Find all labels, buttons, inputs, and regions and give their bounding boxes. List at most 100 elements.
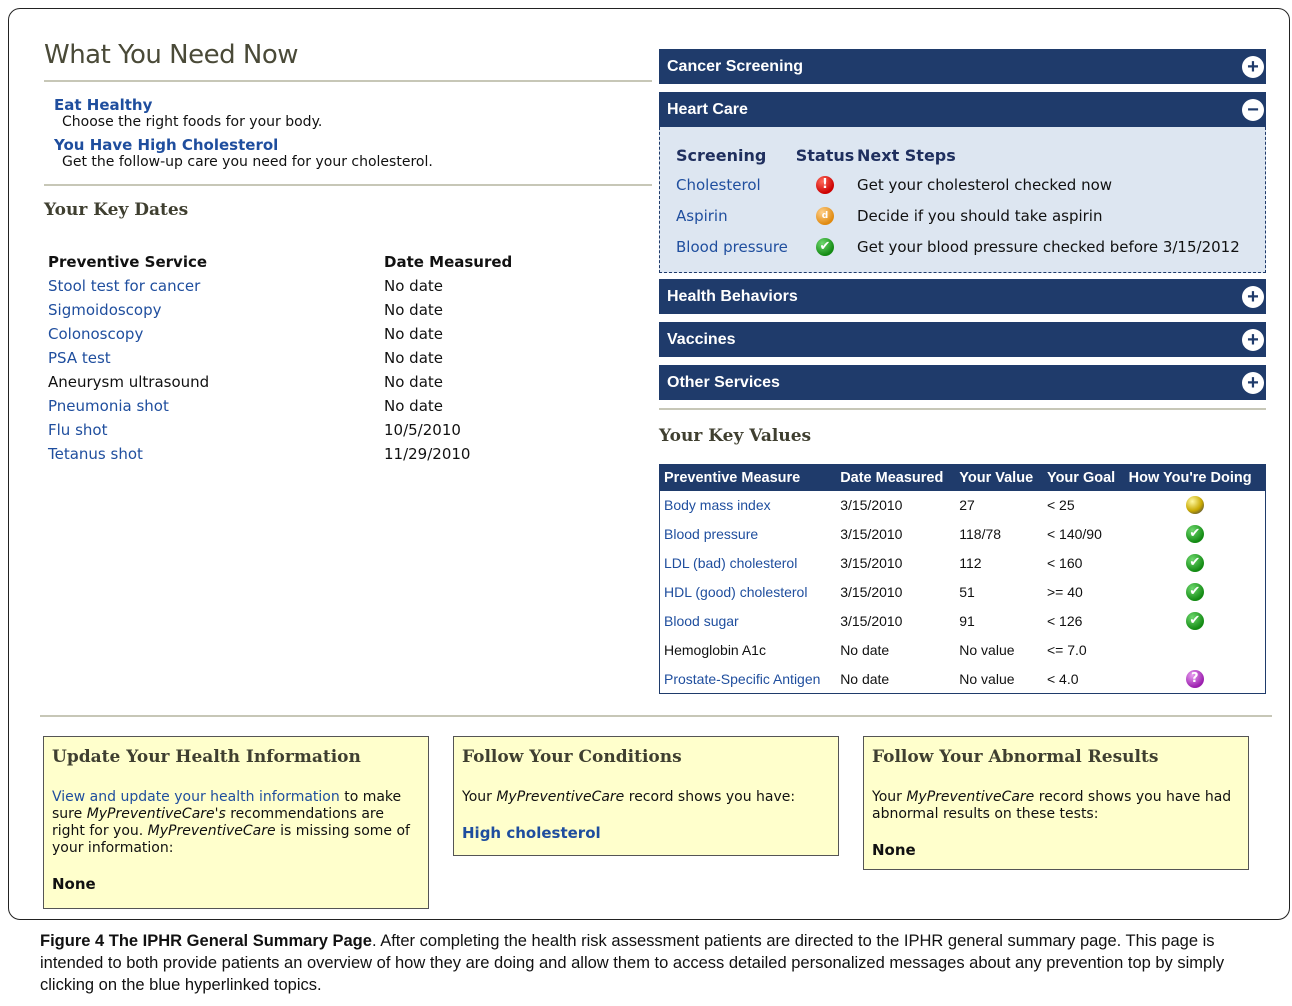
table-row: HDL (good) cholesterol 3/15/2010 51 >= 4… — [660, 578, 1266, 607]
missing-info-value: None — [52, 875, 96, 893]
blood-sugar-link[interactable]: Blood sugar — [664, 613, 739, 629]
warning-icon — [1185, 496, 1204, 515]
next-step-text: Get your cholesterol checked now — [857, 175, 1113, 194]
table-row: Aneurysm ultrasound No date — [48, 370, 512, 394]
date-cell: 3/15/2010 — [840, 555, 903, 571]
cholesterol-link[interactable]: Cholesterol — [676, 176, 761, 194]
table-row: Stool test for cancer No date — [48, 274, 512, 298]
accordion-label: Heart Care — [667, 100, 748, 118]
stool-test-link[interactable]: Stool test for cancer — [48, 277, 200, 295]
goal-cell: < 25 — [1046, 497, 1075, 513]
box-text-part: record shows you have: — [624, 789, 796, 805]
blood-pressure-link[interactable]: Blood pressure — [676, 238, 788, 256]
left-column: What You Need Now Eat Healthy Choose the… — [44, 40, 652, 466]
need-item-high-cholesterol: You Have High Cholesterol Get the follow… — [54, 136, 652, 171]
high-cholesterol-link[interactable]: You Have High Cholesterol — [54, 136, 652, 154]
need-item-desc: Get the follow-up care you need for your… — [62, 154, 433, 170]
accordion-health-behaviors[interactable]: Health Behaviors + — [659, 279, 1266, 314]
hdl-cholesterol-link[interactable]: HDL (good) cholesterol — [664, 584, 807, 600]
empty-status-cell — [1125, 636, 1266, 665]
box-title: Follow Your Conditions — [462, 747, 682, 767]
column-header-measure: Preventive Measure — [659, 464, 837, 491]
divider — [659, 408, 1266, 410]
expand-plus-icon[interactable]: + — [1242, 55, 1264, 78]
table-row: Body mass index 3/15/2010 27 < 25 — [660, 491, 1266, 520]
accordion-vaccines[interactable]: Vaccines + — [659, 322, 1266, 357]
question-icon: ? — [1185, 669, 1204, 688]
tetanus-shot-link[interactable]: Tetanus shot — [48, 445, 143, 463]
accordion-other-services[interactable]: Other Services + — [659, 365, 1266, 400]
aspirin-link[interactable]: Aspirin — [676, 207, 728, 225]
date-cell: No date — [840, 642, 890, 658]
key-values-title: Your Key Values — [659, 426, 812, 446]
collapse-minus-icon[interactable]: − — [1242, 98, 1264, 121]
decide-icon: d — [816, 206, 834, 225]
table-row: Prostate-Specific Antigen No date No val… — [660, 665, 1266, 694]
date-cell: 3/15/2010 — [840, 526, 903, 542]
table-header-row: Preventive Service Date Measured — [48, 250, 512, 274]
check-icon: ✔ — [1185, 612, 1204, 631]
psa-test-link[interactable]: PSA test — [48, 349, 111, 367]
column-header-next-steps: Next Steps — [857, 145, 956, 165]
next-step-text: Decide if you should take aspirin — [857, 206, 1103, 225]
divider — [40, 715, 1272, 717]
figure-caption: Figure 4 The IPHR General Summary Page. … — [40, 930, 1276, 996]
sigmoidoscopy-link[interactable]: Sigmoidoscopy — [48, 301, 162, 319]
divider — [44, 184, 652, 186]
expand-plus-icon[interactable]: + — [1242, 371, 1264, 394]
column-header-goal: Your Goal — [1042, 464, 1125, 491]
accordion-cancer-screening[interactable]: Cancer Screening + — [659, 49, 1266, 84]
flu-shot-link[interactable]: Flu shot — [48, 421, 107, 439]
view-update-health-info-link[interactable]: View and update your health information — [52, 789, 340, 805]
box-text: Your MyPreventiveCare record shows you h… — [872, 789, 1240, 823]
box-title: Follow Your Abnormal Results — [872, 747, 1159, 767]
date-cell: No date — [840, 670, 890, 687]
high-cholesterol-condition-link[interactable]: High cholesterol — [462, 824, 830, 842]
table-row: Blood pressure ✔ Get your blood pressure… — [676, 231, 1240, 262]
table-row: Blood pressure 3/15/2010 118/78 < 140/90… — [660, 520, 1266, 549]
brand-name: MyPreventiveCare's — [86, 806, 226, 822]
ldl-cholesterol-link[interactable]: LDL (bad) cholesterol — [664, 555, 797, 571]
date-cell: 10/5/2010 — [384, 421, 461, 439]
date-cell: No date — [384, 349, 443, 367]
accordion-label: Vaccines — [667, 330, 736, 348]
expand-plus-icon[interactable]: + — [1242, 285, 1264, 308]
column-header-doing: How You're Doing — [1124, 464, 1266, 491]
column-header-screening: Screening — [676, 145, 767, 165]
aneurysm-ultrasound-label: Aneurysm ultrasound — [48, 373, 210, 391]
value-cell: No value — [959, 642, 1015, 658]
box-title: Update Your Health Information — [52, 747, 361, 767]
goal-cell: <= 7.0 — [1046, 642, 1087, 658]
value-cell: 91 — [959, 613, 975, 629]
column-header-value: Your Value — [955, 464, 1043, 491]
box-text: View and update your health information … — [52, 789, 420, 857]
value-cell: No value — [959, 670, 1015, 687]
accordion-heart-care[interactable]: Heart Care − — [659, 92, 1266, 127]
brand-name: MyPreventiveCare — [496, 789, 625, 805]
table-row: Sigmoidoscopy No date — [48, 298, 512, 322]
abnormal-results-box: Follow Your Abnormal Results Your MyPrev… — [863, 736, 1249, 870]
accordion-label: Other Services — [667, 373, 780, 391]
value-cell: 112 — [959, 555, 982, 571]
date-cell: 3/15/2010 — [840, 497, 903, 513]
alert-icon: ! — [816, 175, 834, 194]
pneumonia-shot-link[interactable]: Pneumonia shot — [48, 397, 169, 415]
date-cell: 3/15/2010 — [840, 584, 903, 600]
update-health-info-box: Update Your Health Information View and … — [43, 736, 429, 909]
table-row: Hemoglobin A1c No date No value <= 7.0 — [660, 636, 1266, 665]
psa-link[interactable]: Prostate-Specific Antigen — [664, 671, 820, 687]
colonoscopy-link[interactable]: Colonoscopy — [48, 325, 143, 343]
table-header-row: Preventive Measure Date Measured Your Va… — [659, 464, 1266, 491]
goal-cell: >= 40 — [1046, 584, 1083, 600]
date-cell: No date — [384, 373, 443, 391]
key-dates-title: Your Key Dates — [44, 200, 189, 220]
column-header-date: Date Measured — [384, 253, 513, 271]
box-text-part: Your — [872, 789, 907, 805]
bmi-link[interactable]: Body mass index — [664, 497, 771, 513]
eat-healthy-link[interactable]: Eat Healthy — [54, 96, 652, 114]
blood-pressure-link[interactable]: Blood pressure — [664, 526, 758, 542]
column-header-date: Date Measured — [836, 464, 956, 491]
date-cell: No date — [384, 325, 443, 343]
expand-plus-icon[interactable]: + — [1242, 328, 1264, 351]
key-values-table: Preventive Measure Date Measured Your Va… — [659, 464, 1266, 694]
